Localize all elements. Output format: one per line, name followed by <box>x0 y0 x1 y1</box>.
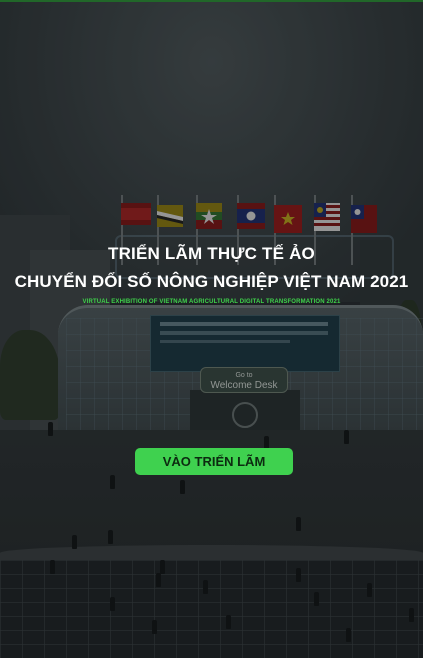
page-title-line-1: TRIỂN LÃM THỰC TẾ ẢO <box>108 244 315 263</box>
page-title-line-2: CHUYỂN ĐỔI SỐ NÔNG NGHIỆP VIỆT NAM 2021 <box>14 272 409 291</box>
page-subtitle: VIRTUAL EXHIBITION OF VIETNAM AGRICULTUR… <box>82 299 341 305</box>
exhibition-landing: Go to Welcome Desk TRIỂN LÃM THỰC TẾ ẢO … <box>0 0 423 658</box>
enter-exhibition-button[interactable]: VÀO TRIỂN LÃM <box>135 448 293 475</box>
dim-overlay <box>0 0 423 658</box>
